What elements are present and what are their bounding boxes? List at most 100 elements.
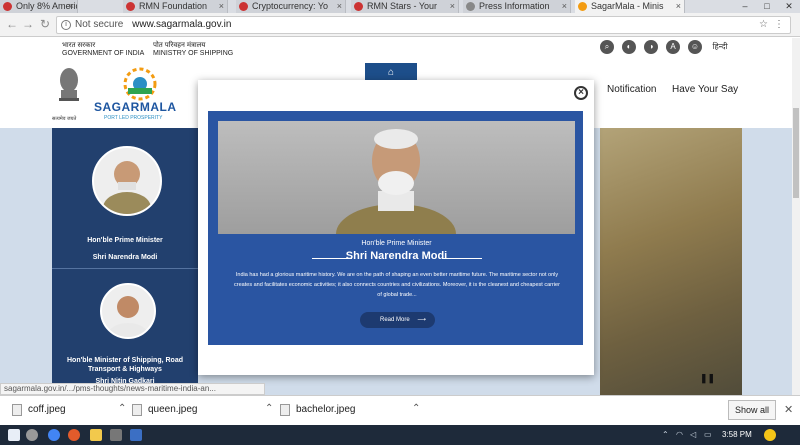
file-icon (12, 404, 22, 416)
download-item[interactable]: coff.jpeg (28, 404, 66, 415)
browser-tab[interactable]: Only 8% America× (0, 0, 78, 13)
search-icon[interactable] (26, 429, 38, 441)
file-icon (280, 404, 290, 416)
browser-tab[interactable]: RMN Foundation × (123, 0, 228, 13)
close-tab-icon[interactable]: × (69, 0, 74, 13)
url-text: www.sagarmala.gov.in (132, 19, 232, 30)
address-bar-row: ← → ↻ i Not secure www.sagarmala.gov.in … (0, 13, 800, 37)
folder-icon[interactable] (90, 429, 102, 441)
browser-tab[interactable]: RMN Stars - Your × (351, 0, 459, 13)
tab-favicon-icon (354, 2, 363, 11)
text-size-icon[interactable]: A (666, 40, 680, 54)
utility-icons: ⌕ ◐ ◑ A ☺ हिन्दी (600, 40, 730, 54)
national-emblem-icon (59, 68, 79, 101)
divider (52, 268, 198, 269)
download-bar: coff.jpeg ⌃ queen.jpeg ⌃ bachelor.jpeg ⌃… (0, 395, 800, 425)
language-toggle[interactable]: हिन्दी (710, 40, 730, 54)
logo-text: SAGARMALA (94, 100, 177, 114)
close-tab-icon[interactable]: × (337, 0, 342, 13)
chevron-up-icon[interactable]: ⌃ (118, 403, 126, 414)
reload-icon[interactable]: ↻ (40, 17, 50, 31)
browser-tab[interactable]: Press Information × (463, 0, 571, 13)
os-taskbar: ⌃ ◠ ◁ ▭ 3:58 PM (0, 425, 800, 445)
link-status-bar: sagarmala.gov.in/.../pms-thoughts/news-m… (0, 383, 265, 395)
close-tab-icon[interactable]: × (219, 0, 224, 13)
close-tab-icon[interactable]: × (562, 0, 567, 13)
leaders-panel: Hon'ble Prime Minister Shri Narendra Mod… (52, 128, 198, 395)
volume-icon[interactable]: ◁ (690, 430, 696, 439)
minimize-icon[interactable]: – (734, 0, 756, 13)
arrow-right-icon: ⟶ (417, 317, 426, 323)
tab-favicon-icon (126, 2, 135, 11)
government-label: भारत सरकार GOVERNMENT OF INDIA (62, 42, 144, 58)
maximize-icon[interactable]: □ (756, 0, 778, 13)
scrollbar-thumb[interactable] (793, 108, 799, 198)
read-more-button[interactable]: Read More ⟶ (360, 312, 435, 328)
chevron-up-icon[interactable]: ⌃ (265, 403, 273, 414)
chrome-icon[interactable] (48, 429, 60, 441)
read-more-label: Read More (380, 317, 410, 323)
slider-pause-icon[interactable]: ❚❚ (700, 373, 715, 383)
modal-close-button[interactable]: × (574, 86, 588, 100)
download-item[interactable]: bachelor.jpeg (296, 404, 356, 415)
browser-tab-active[interactable]: SagarMala - Minis × (575, 0, 685, 13)
nav-notification[interactable]: Notification (607, 84, 656, 95)
search-icon[interactable]: ⌕ (600, 40, 614, 54)
notification-icon[interactable] (764, 429, 776, 441)
browser-menu-icon[interactable]: ⋮ (774, 17, 784, 33)
gov-hindi: भारत सरकार (62, 42, 96, 49)
show-all-button[interactable]: Show all (728, 400, 776, 420)
modal-title: Hon'ble Prime Minister (361, 240, 432, 247)
gov-en: GOVERNMENT OF INDIA (62, 50, 145, 57)
people-icon[interactable]: ☺ (688, 40, 702, 54)
forward-icon[interactable]: → (22, 17, 34, 31)
security-label: Not secure (75, 19, 124, 30)
tab-favicon-icon (239, 2, 248, 11)
tab-title: RMN Foundation (139, 1, 208, 11)
close-tab-icon[interactable]: × (676, 0, 681, 13)
port-illustration (600, 128, 742, 395)
tab-favicon-icon (578, 2, 587, 11)
chevron-up-icon[interactable]: ⌃ (412, 403, 420, 414)
browser-tab[interactable]: Cryptocurrency: Yo × (236, 0, 346, 13)
pm-name: Shri Narendra Modi (92, 254, 158, 261)
close-tab-icon[interactable]: × (450, 0, 455, 13)
close-window-icon[interactable]: ✕ (778, 0, 800, 13)
nav-have-your-say[interactable]: Have Your Say (672, 84, 738, 95)
modal-pm-photo (218, 121, 575, 264)
minister-avatar (100, 283, 156, 339)
tab-title: Press Information (479, 1, 550, 11)
ministry-hindi: पोत परिवहन मंत्रालय (153, 42, 206, 49)
app-icon[interactable] (130, 429, 142, 441)
ministry-en: MINISTRY OF SHIPPING (153, 50, 234, 57)
accessibility-icon[interactable]: ◐ (622, 40, 636, 54)
contrast-icon[interactable]: ◑ (644, 40, 658, 54)
app-icon[interactable] (110, 429, 122, 441)
pm-title: Hon'ble Prime Minister (87, 237, 163, 244)
modal-body-text: India has had a glorious maritime histor… (234, 272, 560, 298)
file-icon (132, 404, 142, 416)
address-input[interactable]: i Not secure www.sagarmala.gov.in ☆ ⋮ (56, 16, 791, 34)
download-item[interactable]: queen.jpeg (148, 404, 198, 415)
bookmark-star-icon[interactable]: ☆ (759, 17, 768, 33)
window-controls: – □ ✕ (734, 0, 800, 13)
minister-title: Hon'ble Minister of Shipping, Road Trans… (67, 357, 183, 373)
tab-strip: Only 8% America× RMN Foundation × Cryptoc… (0, 0, 800, 13)
wifi-icon[interactable]: ◠ (676, 430, 683, 439)
keyboard-icon[interactable]: ▭ (704, 430, 712, 439)
logo-subtitle: PORT LED PROSPERITY (104, 115, 163, 121)
tab-favicon-icon (466, 2, 475, 11)
clock[interactable]: 3:58 PM (722, 430, 752, 439)
pm-avatar (92, 146, 162, 216)
tray-chevron-icon[interactable]: ⌃ (662, 430, 669, 439)
page-scrollbar[interactable] (792, 38, 800, 395)
start-icon[interactable] (8, 429, 20, 441)
tab-title: RMN Stars - Your (367, 1, 438, 11)
firefox-icon[interactable] (68, 429, 80, 441)
tab-title: SagarMala - Minis (591, 1, 664, 11)
modal-name: Shri Narendra Modi (345, 250, 448, 262)
close-download-bar-icon[interactable]: ✕ (784, 403, 793, 416)
back-icon[interactable]: ← (6, 17, 18, 31)
info-icon[interactable]: i (61, 20, 71, 30)
ministry-label: पोत परिवहन मंत्रालय MINISTRY OF SHIPPING (153, 42, 233, 58)
